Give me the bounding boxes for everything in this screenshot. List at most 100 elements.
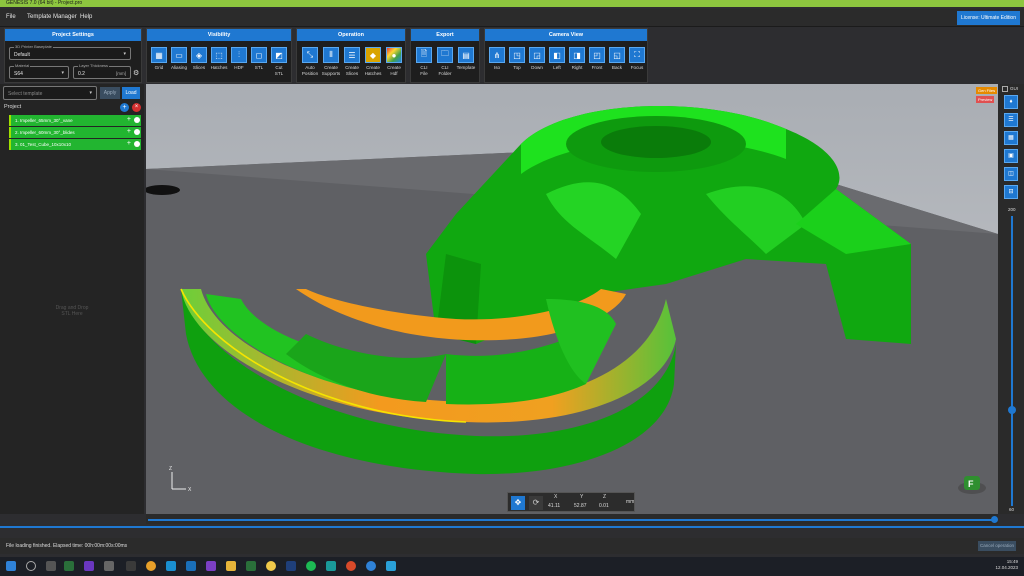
3d-viewport[interactable]: Z X F [146,84,998,514]
skype-icon[interactable] [166,561,176,571]
menu-help[interactable]: Help [80,14,92,20]
genesis-icon[interactable] [246,561,256,571]
grid-view-button[interactable]: ▦ [1004,131,1018,145]
box-button[interactable]: ◫ [1004,167,1018,181]
move-icon[interactable]: ✥ [511,496,525,510]
x-value[interactable]: 41.11 [548,503,560,509]
eye-icon[interactable] [134,141,140,147]
tool-label: Focus [630,65,644,70]
slices-button[interactable]: ◈ Slices [189,47,209,71]
app-icon[interactable] [126,561,136,571]
focus-icon: ⛶ [629,47,645,63]
create-hdf-button[interactable]: ● Create Hdf [384,47,404,76]
slice-button[interactable]: ⊟ [1004,185,1018,199]
camera-left-button[interactable]: ◧ Left [547,47,567,71]
menu-file[interactable]: File [6,14,16,20]
add-icon[interactable]: + [127,140,131,147]
app-icon[interactable] [266,561,276,571]
hdf-icon: ⫶ [231,47,247,63]
preview-tag[interactable]: Preview [976,96,995,103]
eye-icon[interactable] [134,129,140,135]
start-icon[interactable] [6,561,16,571]
add-icon[interactable]: + [127,128,131,135]
layer-slider[interactable] [1011,216,1013,506]
add-icon[interactable]: + [127,116,131,123]
photoshop-icon[interactable] [286,561,296,571]
template-button[interactable]: ▤ Template [456,47,476,71]
app-icon[interactable] [326,561,336,571]
layer-thickness-input[interactable]: Layer Thickness 0.2 [mm] [73,63,131,79]
printer-select[interactable]: 3D Printer Baseplate Default ▾ [9,44,131,60]
visual-studio-icon[interactable] [206,561,216,571]
cli-folder-button[interactable]: 🗀 CLI Folder [435,47,455,76]
remove-project-button[interactable]: × [132,103,141,112]
system-clock[interactable]: 15:49 12.04.2023 [995,559,1018,571]
cut-stl-button[interactable]: ◩ Cut STL [269,47,289,76]
timeline-track[interactable] [148,519,992,521]
hatches-button[interactable]: ⬚ Hatches [209,47,229,71]
list-item[interactable]: 1. Impeller_65mm_30°_vane + [9,115,141,126]
progress-bar [0,526,1024,528]
list-item[interactable]: 2. Impeller_60mm_30°_blides + [9,127,141,138]
timeline-thumb[interactable] [991,516,998,523]
load-button[interactable]: Load [122,87,140,99]
gear-icon[interactable]: ⚙ [133,69,139,77]
stl-button[interactable]: ◻ STL [249,47,269,71]
outlook-icon[interactable] [186,561,196,571]
app-icon[interactable] [104,561,114,571]
aliasing-button[interactable]: ▭ Aliasing [169,47,189,71]
hdf-button[interactable]: ⫶ HDF [229,47,249,71]
eye-icon[interactable] [134,117,140,123]
camera-iso-button[interactable]: ⋔ Iso [487,47,507,71]
app-icon[interactable] [346,561,356,571]
camera-front-button[interactable]: ◰ Front [587,47,607,71]
template-select[interactable]: Select template ▾ [3,86,97,100]
camera-view-panel: Camera View ⋔ Iso ◳ Top ◲ Down ◧ Left ◨ Right… [484,28,648,83]
menu-bar: File Template Manager Help [0,9,1024,27]
rotate-icon[interactable]: ⟳ [529,496,543,510]
paint-bucket-button[interactable]: ♦ [1004,95,1018,109]
create-hatches-button[interactable]: ◆ Create Hatches [363,47,383,76]
license-badge[interactable]: License: Ultimate Edition [956,11,1020,25]
frame-button[interactable]: ▣ [1004,149,1018,163]
apply-button[interactable]: Apply [100,87,120,99]
tool-label: Create Supports [321,65,341,76]
chrome-icon[interactable] [146,561,156,571]
app-icon[interactable] [386,561,396,571]
add-project-button[interactable]: + [120,103,129,112]
layer-slider-min: 60 [1009,507,1015,512]
layer-slider-thumb[interactable] [1008,406,1016,414]
gui-checkbox[interactable] [1002,86,1008,92]
material-select[interactable]: Material S64 ▾ [9,63,69,79]
slice-icon: ⊟ [1008,189,1014,195]
spotify-icon[interactable] [306,561,316,571]
printer-value: Default [14,52,30,58]
create-supports-button[interactable]: ⦀ Create Supports [321,47,341,76]
z-value[interactable]: 0.01 [599,503,609,509]
cli-file-button[interactable]: 🗎 CLI File [414,47,434,76]
search-icon[interactable] [26,561,36,571]
menu-template-manager[interactable]: Template Manager [27,14,77,20]
auto-position-button[interactable]: ⤡ Auto Position [300,47,320,76]
cancel-operation-button[interactable]: Cancel operation [978,541,1016,551]
timeline[interactable] [146,514,998,524]
task-view-icon[interactable] [46,561,56,571]
camera-down-button[interactable]: ◲ Down [527,47,547,71]
app-icon[interactable] [64,561,74,571]
y-value[interactable]: 52.87 [574,503,587,509]
tool-label: CLI File [420,65,428,76]
gen-files-tag[interactable]: Gen Files [976,87,998,94]
grid-button[interactable]: ▦ Grid [149,47,169,71]
layers-button[interactable]: ☰ [1004,113,1018,127]
camera-right-button[interactable]: ◨ Right [567,47,587,71]
teams-icon[interactable] [84,561,94,571]
app-icon[interactable] [366,561,376,571]
operation-header: Operation [297,29,405,41]
camera-top-button[interactable]: ◳ Top [507,47,527,71]
tool-label: STL [254,65,264,70]
camera-focus-button[interactable]: ⛶ Focus [627,47,647,71]
camera-back-button[interactable]: ◱ Back [607,47,627,71]
list-item[interactable]: 3. 01_Test_Cube_10x10x10 + [9,139,141,150]
create-slices-button[interactable]: ☰ Create Slices [342,47,362,76]
folder-icon[interactable] [226,561,236,571]
